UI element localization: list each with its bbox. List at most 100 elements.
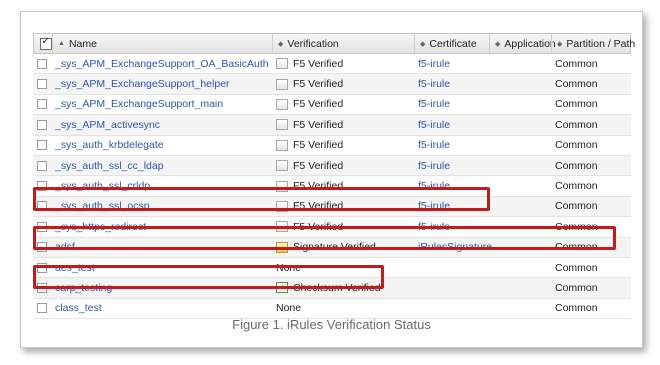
partition-cell: Common (550, 278, 636, 297)
application-cell (488, 278, 555, 297)
verification-status: F5 Verified (293, 159, 344, 172)
table-row: _sys_APM_ExchangeSupport_helper F5 Verifi… (33, 74, 631, 95)
application-cell (488, 54, 555, 73)
document-verified-icon (276, 139, 288, 151)
row-check-cell (33, 156, 51, 175)
row-checkbox[interactable] (37, 181, 47, 192)
certificate-cell: f5-irule (413, 54, 493, 73)
certificate-link[interactable]: f5-irule (418, 200, 450, 212)
irule-name-link[interactable]: _sys_APM_activesync (55, 119, 160, 131)
row-checkbox[interactable] (37, 119, 47, 130)
verification-cell: F5 Verified (271, 156, 418, 175)
row-checkbox[interactable] (37, 160, 47, 171)
row-checkbox[interactable] (37, 58, 47, 69)
header-partition[interactable]: ◆ Partition / Path (551, 34, 635, 53)
certificate-cell: f5-irule (413, 74, 493, 93)
verification-cell: F5 Verified (271, 197, 418, 216)
application-cell (488, 217, 555, 236)
row-check-cell (33, 74, 51, 93)
certificate-link[interactable]: f5-irule (418, 221, 450, 233)
application-cell (488, 115, 555, 134)
irule-name-link[interactable]: carp_testing (55, 282, 112, 294)
header-application[interactable]: ◆ Application (489, 34, 556, 53)
document-verified-icon (276, 58, 288, 70)
verification-status: None (276, 261, 302, 274)
irule-name-cell: _sys_auth_ssl_ocsp (51, 197, 275, 216)
irule-name-cell: _sys_APM_ExchangeSupport_main (51, 95, 275, 114)
irule-name-link[interactable]: _sys_auth_ssl_cc_ldap (55, 160, 164, 172)
partition-cell: Common (550, 176, 636, 195)
irule-name-cell: _sys_APM_ExchangeSupport_OA_BasicAuth (51, 54, 275, 73)
certificate-link[interactable]: iRulesSignature (418, 241, 492, 253)
row-checkbox[interactable] (37, 282, 47, 293)
row-checkbox[interactable] (37, 201, 47, 212)
table-row: _sys_APM_ExchangeSupport_main F5 Verified… (33, 95, 631, 116)
header-application-label: Application (504, 37, 556, 50)
sort-ascending-icon: ▲ (58, 40, 65, 47)
irule-name-link[interactable]: adsf (55, 241, 75, 253)
select-all-checkbox[interactable] (39, 36, 52, 50)
verification-status: Checksum Verified (293, 281, 381, 294)
irule-name-link[interactable]: _sys_APM_ExchangeSupport_OA_BasicAuth (55, 58, 269, 70)
partition-value: Common (555, 302, 598, 315)
irule-name-link[interactable]: _sys_APM_ExchangeSupport_main (55, 98, 223, 110)
partition-value: Common (555, 57, 598, 70)
certificate-link[interactable]: f5-irule (418, 119, 450, 131)
row-checkbox[interactable] (37, 262, 47, 273)
sort-icon: ◆ (420, 40, 426, 48)
verification-status: F5 Verified (293, 78, 344, 91)
row-check-cell (33, 197, 51, 216)
partition-value: Common (555, 98, 598, 111)
irule-name-link[interactable]: _sys_https_redirect (55, 221, 146, 233)
table-row: _sys_auth_krbdelegate F5 Verified f5-irule… (33, 136, 631, 156)
irule-name-link[interactable]: _sys_auth_ssl_ocsp (55, 200, 150, 212)
row-checkbox[interactable] (37, 99, 47, 110)
irule-name-cell: _sys_auth_ssl_cc_ldap (51, 156, 275, 175)
table-row: _sys_auth_ssl_cc_ldap F5 Verified f5-irule… (33, 155, 631, 177)
partition-cell: Common (550, 217, 636, 236)
row-check-cell (33, 299, 51, 318)
header-verification[interactable]: ◆ Verification (272, 34, 414, 53)
row-checkbox[interactable] (37, 303, 47, 314)
document-verified-icon (276, 98, 288, 110)
verification-cell: Signature Verified (271, 238, 418, 257)
table-row: adsf Signature Verified iRulesSignature Com… (33, 237, 631, 258)
irule-name-cell: _sys_auth_krbdelegate (51, 136, 275, 155)
row-check-cell (33, 95, 51, 114)
irule-name-link[interactable]: _sys_APM_ExchangeSupport_helper (55, 78, 230, 90)
figure-frame: ▲ Name ◆ Verification ◆ Certificate ◆ Ap… (20, 11, 643, 348)
table-row: _sys_auth_ssl_ocsp F5 Verified f5-irule Com… (33, 196, 631, 218)
verification-status: F5 Verified (293, 220, 344, 233)
partition-value: Common (555, 180, 598, 193)
certificate-cell: f5-irule (413, 197, 493, 216)
certificate-link[interactable]: f5-irule (418, 98, 450, 110)
header-name[interactable]: ▲ Name (52, 34, 272, 53)
row-checkbox[interactable] (37, 221, 47, 232)
row-checkbox[interactable] (37, 242, 47, 253)
verification-cell: F5 Verified (271, 176, 418, 195)
row-check-cell (33, 54, 51, 73)
application-cell (488, 95, 555, 114)
irule-name-link[interactable]: aes_test (55, 262, 95, 274)
table-row: carp_testing Checksum Verified Common (33, 278, 631, 299)
certificate-link[interactable]: f5-irule (418, 139, 450, 151)
verification-cell: F5 Verified (271, 136, 418, 155)
verification-cell: F5 Verified (271, 115, 418, 134)
certificate-link[interactable]: f5-irule (418, 58, 450, 70)
irule-name-link[interactable]: class_test (55, 302, 102, 314)
partition-cell: Common (550, 115, 636, 134)
row-checkbox[interactable] (37, 140, 47, 151)
application-cell (488, 238, 555, 257)
header-certificate-label: Certificate (429, 37, 477, 50)
header-certificate[interactable]: ◆ Certificate (414, 34, 489, 53)
row-check-cell (33, 238, 51, 257)
partition-cell: Common (550, 54, 636, 73)
row-checkbox[interactable] (37, 79, 47, 90)
certificate-link[interactable]: f5-irule (418, 180, 450, 192)
sort-icon: ◆ (278, 40, 284, 48)
irule-name-link[interactable]: _sys_auth_ssl_crldp (55, 180, 150, 192)
application-cell (488, 258, 555, 277)
certificate-link[interactable]: f5-irule (418, 160, 450, 172)
certificate-link[interactable]: f5-irule (418, 78, 450, 90)
irule-name-link[interactable]: _sys_auth_krbdelegate (55, 139, 164, 151)
